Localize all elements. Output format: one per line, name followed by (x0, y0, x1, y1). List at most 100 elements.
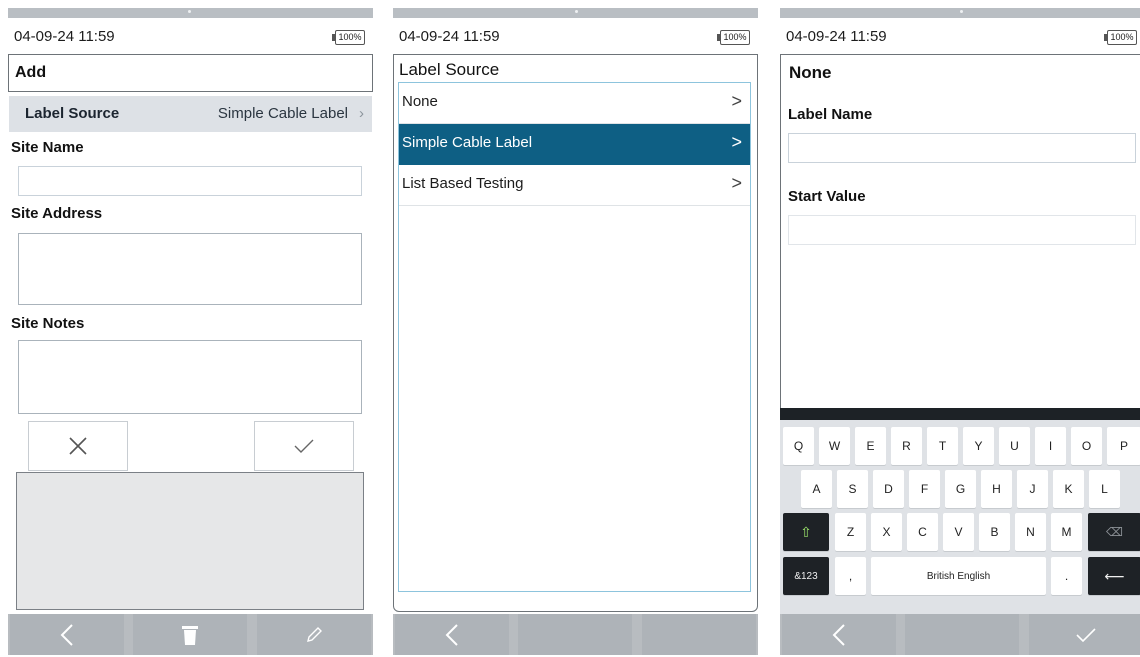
status-bar: 04-09-24 11:59 100% (393, 18, 758, 54)
bottom-bar (780, 614, 1140, 655)
chevron-right-icon: > (731, 173, 742, 193)
key-t[interactable]: T (927, 427, 958, 465)
add-site-screen: 04-09-24 11:59 100% Add Label Source Sim… (8, 8, 373, 655)
key-j[interactable]: J (1017, 470, 1048, 508)
pencil-icon (307, 626, 322, 642)
enter-key[interactable]: ⟵ (1088, 557, 1140, 595)
list-item-label: Simple Cable Label (402, 134, 533, 151)
datetime: 04-09-24 11:59 (14, 28, 115, 45)
key-o[interactable]: O (1071, 427, 1102, 465)
key-b[interactable]: B (979, 513, 1010, 551)
list-item-none[interactable]: None > (399, 83, 750, 124)
key-i[interactable]: I (1035, 427, 1066, 465)
cancel-button[interactable] (28, 421, 128, 471)
key-e[interactable]: E (855, 427, 886, 465)
key-z[interactable]: Z (835, 513, 866, 551)
title-bar: Add (8, 54, 373, 92)
status-bar: 04-09-24 11:59 100% (780, 18, 1140, 54)
period-key[interactable]: . (1051, 557, 1082, 595)
battery-icon: 100% (717, 30, 750, 45)
key-k[interactable]: K (1053, 470, 1084, 508)
battery-icon: 100% (1104, 30, 1137, 45)
key-h[interactable]: H (981, 470, 1012, 508)
label-source-list: None > Simple Cable Label > List Based T… (398, 82, 751, 592)
blank-button[interactable] (905, 614, 1019, 655)
page-title: None (789, 63, 832, 82)
empty-panel (16, 472, 364, 610)
battery-icon: 100% (332, 30, 365, 45)
backspace-key[interactable]: ⌫ (1088, 513, 1140, 551)
site-notes-input[interactable] (18, 340, 362, 414)
key-p[interactable]: P (1107, 427, 1140, 465)
check-icon (1076, 627, 1096, 642)
key-c[interactable]: C (907, 513, 938, 551)
page-title: Label Source (399, 60, 500, 79)
key-a[interactable]: A (801, 470, 832, 508)
key-q[interactable]: Q (783, 427, 814, 465)
datetime: 04-09-24 11:59 (399, 28, 500, 45)
list-item-list-based-testing[interactable]: List Based Testing > (399, 165, 750, 206)
on-screen-keyboard: Q W E R T Y U I O P A S D F G H J K L ⇧ … (780, 408, 1140, 614)
key-g[interactable]: G (945, 470, 976, 508)
blank-button[interactable] (518, 614, 632, 655)
label-source-screen: 04-09-24 11:59 100% Label Source None > … (393, 8, 758, 655)
label-source-value: Simple Cable Label (217, 105, 348, 122)
start-value-input[interactable] (788, 215, 1136, 245)
back-button[interactable] (395, 614, 509, 655)
edit-button[interactable] (257, 614, 371, 655)
label-name-screen: 04-09-24 11:59 100% None Label Name Star… (780, 8, 1140, 655)
list-item-label: List Based Testing (402, 175, 524, 192)
label-source-row[interactable]: Label Source Simple Cable Label › (9, 96, 372, 132)
trash-icon (182, 625, 198, 645)
key-r[interactable]: R (891, 427, 922, 465)
chevron-right-icon: > (731, 91, 742, 111)
check-icon (294, 439, 314, 453)
top-strip (393, 8, 758, 18)
list-item-label: None (402, 93, 438, 110)
key-m[interactable]: M (1051, 513, 1082, 551)
confirm-button[interactable] (1029, 614, 1140, 655)
symbols-key[interactable]: &123 (783, 557, 829, 595)
site-address-input[interactable] (18, 233, 362, 305)
chevron-right-icon: > (731, 132, 742, 152)
confirm-button[interactable] (254, 421, 354, 471)
site-notes-label: Site Notes (11, 315, 85, 332)
chevron-right-icon: › (359, 105, 364, 122)
datetime: 04-09-24 11:59 (786, 28, 887, 45)
key-u[interactable]: U (999, 427, 1030, 465)
list-item-simple-cable-label[interactable]: Simple Cable Label > (399, 124, 750, 165)
key-s[interactable]: S (837, 470, 868, 508)
key-v[interactable]: V (943, 513, 974, 551)
site-address-label: Site Address (11, 205, 103, 222)
delete-button[interactable] (133, 614, 247, 655)
page-title: Add (15, 64, 47, 81)
top-strip (780, 8, 1140, 18)
back-button[interactable] (10, 614, 124, 655)
back-icon (445, 623, 458, 646)
blank-button[interactable] (642, 614, 756, 655)
site-name-input[interactable] (18, 166, 362, 196)
key-d[interactable]: D (873, 470, 904, 508)
key-f[interactable]: F (909, 470, 940, 508)
back-icon (832, 623, 845, 646)
key-l[interactable]: L (1089, 470, 1120, 508)
label-name-input[interactable] (788, 133, 1136, 163)
key-x[interactable]: X (871, 513, 902, 551)
key-n[interactable]: N (1015, 513, 1046, 551)
comma-key[interactable]: , (835, 557, 866, 595)
label-source-label: Label Source (25, 105, 120, 122)
space-key[interactable]: British English (871, 557, 1046, 595)
bottom-bar (393, 614, 758, 655)
start-value-label: Start Value (788, 188, 866, 205)
back-icon (60, 623, 73, 646)
back-button[interactable] (782, 614, 896, 655)
bottom-bar (8, 614, 373, 655)
site-name-label: Site Name (11, 139, 84, 156)
label-name-label: Label Name (788, 106, 873, 123)
key-w[interactable]: W (819, 427, 850, 465)
key-y[interactable]: Y (963, 427, 994, 465)
close-icon (69, 437, 87, 455)
status-bar: 04-09-24 11:59 100% (8, 18, 373, 54)
top-strip (8, 8, 373, 18)
shift-key[interactable]: ⇧ (783, 513, 829, 551)
